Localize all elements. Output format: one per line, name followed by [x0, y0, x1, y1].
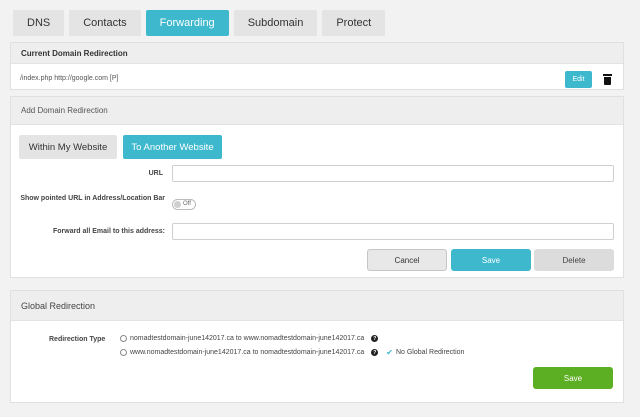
- add-redirection-title: Add Domain Redirection: [11, 97, 623, 125]
- global-redirection-title: Global Redirection: [11, 291, 623, 321]
- redirect-option-1[interactable]: nomadtestdomain-june142017.ca to www.nom…: [120, 335, 379, 342]
- forward-email-input[interactable]: [172, 223, 614, 240]
- current-status: ✔ No Global Redirection: [386, 348, 464, 357]
- edit-button[interactable]: Edit: [565, 71, 592, 88]
- help-icon[interactable]: ?: [371, 349, 379, 356]
- url-label: URL: [148, 170, 163, 177]
- another-website-button[interactable]: To Another Website: [123, 135, 222, 159]
- redirect-option-2[interactable]: www.nomadtestdomain-june142017.ca to nom…: [120, 348, 464, 357]
- radio-button[interactable]: [120, 335, 127, 342]
- global-save-button[interactable]: Save: [533, 367, 613, 389]
- tab-subdomain[interactable]: Subdomain: [233, 10, 318, 36]
- option-label: nomadtestdomain-june142017.ca to www.nom…: [130, 335, 365, 342]
- global-redirection-panel: Global Redirection Redirection Type noma…: [10, 290, 624, 403]
- tab-protect[interactable]: Protect: [322, 10, 386, 36]
- add-redirection-panel: Add Domain Redirection Within My Website…: [10, 96, 624, 278]
- save-button[interactable]: Save: [451, 249, 531, 271]
- checkmark-icon: ✔: [386, 348, 393, 357]
- cancel-button[interactable]: Cancel: [367, 249, 447, 271]
- radio-button[interactable]: [120, 349, 127, 356]
- show-url-label: Show pointed URL in Address/Location Bar: [20, 195, 165, 202]
- forward-email-label: Forward all Email to this address:: [52, 228, 165, 235]
- within-website-button[interactable]: Within My Website: [19, 135, 117, 159]
- redirection-entry: /index.php http://google.com [P]: [20, 75, 119, 82]
- delete-button[interactable]: Delete: [534, 249, 614, 271]
- tab-forwarding[interactable]: Forwarding: [145, 10, 229, 36]
- tab-contacts[interactable]: Contacts: [69, 10, 141, 36]
- help-icon[interactable]: ?: [371, 335, 379, 342]
- current-redirection-panel: Current Domain Redirection /index.php ht…: [10, 42, 624, 90]
- status-text: No Global Redirection: [395, 349, 465, 356]
- show-url-toggle[interactable]: Off: [172, 199, 196, 210]
- tab-bar: DNS Contacts Forwarding Subdomain Protec…: [13, 10, 386, 36]
- tab-dns[interactable]: DNS: [13, 10, 65, 36]
- redirection-type-label: Redirection Type: [49, 336, 106, 343]
- option-label: www.nomadtestdomain-june142017.ca to nom…: [130, 349, 365, 356]
- current-redirection-title: Current Domain Redirection: [11, 43, 623, 64]
- url-input[interactable]: [172, 165, 614, 182]
- toggle-state-label: Off: [183, 201, 191, 207]
- trash-icon[interactable]: [603, 74, 612, 85]
